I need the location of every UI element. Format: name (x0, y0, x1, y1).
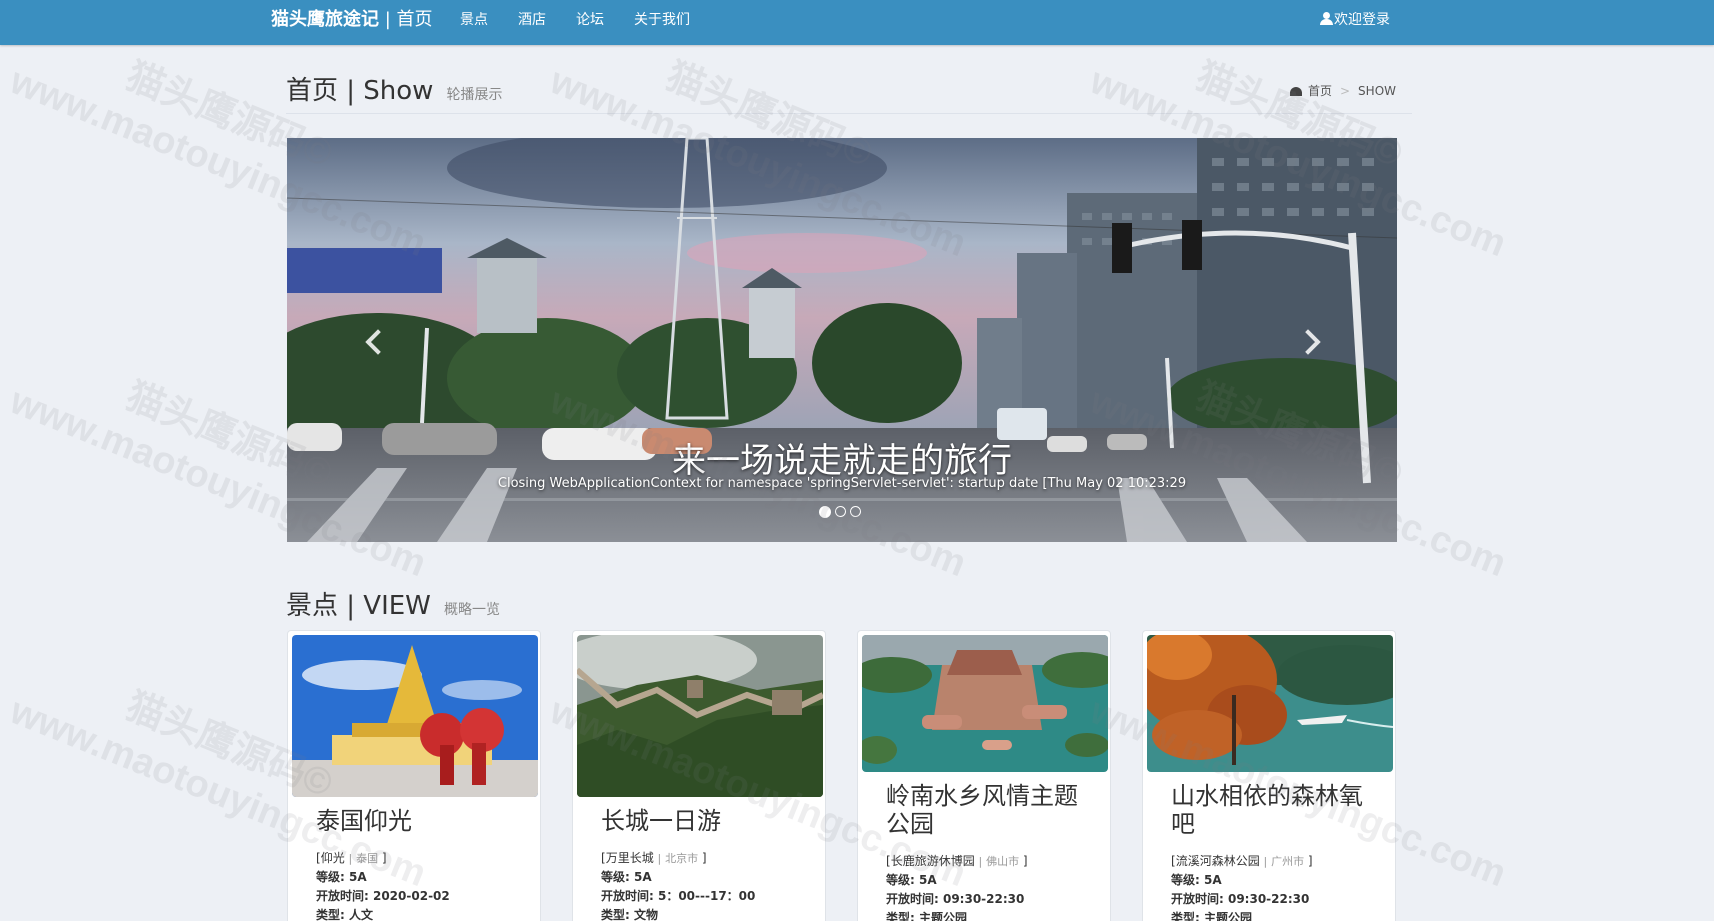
card-title[interactable]: 山水相依的森林氧吧 (1171, 782, 1381, 838)
brand-home: 首页 (396, 9, 433, 30)
view-title: 景点 | VIEW (286, 591, 431, 621)
water-town-image (862, 635, 1108, 772)
view-card[interactable]: 山水相依的森林氧吧 [流溪河森林公园 | 广州市 ] 等级: 5A 开放时间: … (1142, 630, 1396, 921)
great-wall-image (577, 635, 823, 797)
card-type: 类型: 主题公园 (1171, 911, 1252, 921)
breadcrumb-separator: > (1339, 84, 1351, 98)
chevron-right-icon (1295, 329, 1321, 355)
page-title: 首页 | Show (286, 76, 434, 106)
card-title[interactable]: 泰国仰光 (316, 807, 526, 835)
card-location: [长鹿旅游休博园 | 佛山市 ] (886, 854, 1028, 868)
card-meta: [流溪河森林公园 | 广州市 ] 等级: 5A 开放时间: 09:30-22:3… (1171, 852, 1391, 921)
carousel-caption-title: 来一场说走就走的旅行 (672, 441, 1012, 481)
card-meta: [万里长城 | 北京市 ] 等级: 5A 开放时间: 5：00---17：00 … (601, 849, 821, 921)
nav-about[interactable]: 关于我们 (634, 0, 690, 40)
nav-hotel[interactable]: 酒店 (518, 0, 546, 40)
login-link[interactable]: 欢迎登录 (1320, 0, 1390, 40)
brand-separator: | (379, 9, 397, 30)
card-location: [万里长城 | 北京市 ] (601, 851, 707, 865)
brand-name: 猫头鹰旅途记 (271, 9, 379, 30)
temple-image (292, 635, 538, 797)
breadcrumb-current: SHOW (1358, 84, 1396, 98)
chevron-left-icon (365, 329, 391, 355)
carousel-indicator-2[interactable] (835, 506, 846, 517)
card-location: [仰光 | 泰国 ] (316, 851, 387, 865)
card-type: 类型: 主题公园 (886, 911, 967, 921)
carousel-indicator-3[interactable] (850, 506, 861, 517)
nav-links: 景点 酒店 论坛 关于我们 (460, 0, 720, 40)
card-region: 佛山市 (986, 855, 1020, 868)
card-place: 仰光 (320, 851, 345, 865)
card-image[interactable] (1147, 635, 1393, 772)
card-open-time: 开放时间: 5：00---17：00 (601, 889, 756, 903)
card-place: 长鹿旅游休博园 (890, 854, 975, 868)
card-title[interactable]: 岭南水乡风情主题公园 (886, 782, 1096, 838)
card-location: [流溪河森林公园 | 广州市 ] (1171, 854, 1313, 868)
card-open-time: 开放时间: 09:30-22:30 (886, 892, 1025, 906)
card-image[interactable] (862, 635, 1108, 772)
card-level: 等级: 5A (886, 873, 937, 887)
card-level: 等级: 5A (601, 870, 652, 884)
view-card-list: 泰国仰光 [仰光 | 泰国 ] 等级: 5A 开放时间: 2020-02-02 … (287, 630, 1396, 921)
card-level: 等级: 5A (1171, 873, 1222, 887)
card-type: 类型: 文物 (601, 908, 658, 921)
nav-forum[interactable]: 论坛 (576, 0, 604, 40)
user-icon (1320, 12, 1333, 25)
view-card[interactable]: 泰国仰光 [仰光 | 泰国 ] 等级: 5A 开放时间: 2020-02-02 … (287, 630, 541, 921)
brand-logo[interactable]: 猫头鹰旅途记 | 首页 (271, 0, 433, 45)
card-place: 万里长城 (605, 851, 654, 865)
carousel[interactable]: 来一场说走就走的旅行 Closing WebApplicationContext… (287, 138, 1397, 542)
card-region: 泰国 (356, 852, 379, 865)
card-region: 北京市 (665, 852, 699, 865)
card-level: 等级: 5A (316, 870, 367, 884)
breadcrumb-home[interactable]: 首页 (1308, 84, 1332, 98)
nav-scenic[interactable]: 景点 (460, 0, 488, 40)
carousel-next-button[interactable] (1295, 325, 1327, 361)
card-meta: [仰光 | 泰国 ] 等级: 5A 开放时间: 2020-02-02 类型: 人… (316, 849, 536, 921)
show-header: 首页 | Show 轮播展示 首页 > SHOW (286, 70, 1412, 114)
forest-lake-image (1147, 635, 1393, 772)
card-open-time: 开放时间: 2020-02-02 (316, 889, 450, 903)
top-navbar: 猫头鹰旅途记 | 首页 景点 酒店 论坛 关于我们 欢迎登录 (0, 0, 1714, 45)
card-open-time: 开放时间: 09:30-22:30 (1171, 892, 1310, 906)
card-region: 广州市 (1271, 855, 1305, 868)
carousel-prev-button[interactable] (359, 325, 391, 361)
login-label: 欢迎登录 (1334, 12, 1390, 28)
view-card[interactable]: 长城一日游 [万里长城 | 北京市 ] 等级: 5A 开放时间: 5：00---… (572, 630, 826, 921)
card-type: 类型: 人文 (316, 908, 373, 921)
carousel-indicator-1[interactable] (819, 506, 831, 518)
view-subtitle: 概略一览 (443, 602, 500, 618)
card-image[interactable] (292, 635, 538, 797)
page-subtitle: 轮播展示 (446, 87, 503, 103)
view-card[interactable]: 岭南水乡风情主题公园 [长鹿旅游休博园 | 佛山市 ] 等级: 5A 开放时间:… (857, 630, 1111, 921)
card-place: 流溪河森林公园 (1175, 854, 1260, 868)
view-header: 景点 | VIEW 概略一览 (286, 585, 1412, 621)
card-image[interactable] (577, 635, 823, 797)
carousel-indicators (819, 506, 865, 518)
dashboard-icon (1289, 87, 1302, 96)
breadcrumb: 首页 > SHOW (1289, 82, 1396, 99)
card-meta: [长鹿旅游休博园 | 佛山市 ] 等级: 5A 开放时间: 09:30-22:3… (886, 852, 1106, 921)
carousel-caption-text: Closing WebApplicationContext for namesp… (497, 476, 1187, 491)
card-title[interactable]: 长城一日游 (601, 807, 811, 835)
